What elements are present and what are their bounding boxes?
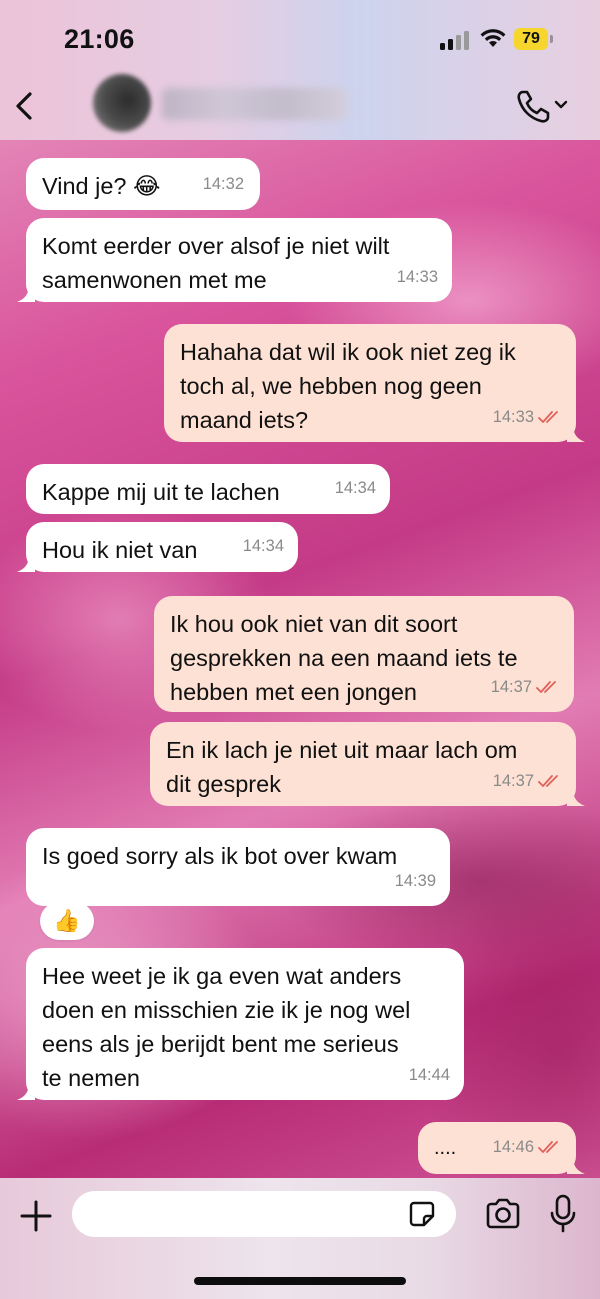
message-incoming[interactable]: Vind je? 😂 14:32 [26,158,260,210]
message-time: 14:33 [396,268,438,286]
message-incoming[interactable]: Komt eerder over alsof je niet wilt same… [17,218,452,302]
cellular-signal-icon [440,30,470,50]
message-outgoing[interactable]: En ik lach je niet uit maar lach om dit … [150,722,585,806]
plus-icon[interactable] [18,1198,54,1234]
camera-icon[interactable] [484,1198,522,1230]
double-check-icon [538,1141,558,1153]
double-check-icon [538,411,558,423]
message-outgoing[interactable]: Hahaha dat wil ik ook niet zeg ik toch a… [164,324,585,442]
battery-tip [550,35,553,43]
message-input[interactable] [72,1191,456,1237]
reaction-badge[interactable]: 👍 [40,902,94,940]
wifi-icon [480,29,506,47]
message-time: 14:32 [202,175,244,193]
bubble-tail [17,1086,35,1100]
message-outgoing[interactable]: Ik hou ook niet van dit soort gesprekken… [154,596,574,712]
message-incoming[interactable]: Hee weet je ik ga even wat anders doen e… [17,948,464,1100]
message-time: 14:33 [493,400,562,434]
message-text: Komt eerder over alsof je niet wilt same… [42,233,390,293]
top-bar: 21:06 79 [0,0,600,140]
message-text: Is goed sorry als ik bot over kwam [42,843,398,869]
phone-icon[interactable] [514,86,574,126]
battery-indicator: 79 [514,28,548,50]
bubble-tail [567,428,585,442]
composer-bar [0,1178,600,1299]
bubble-tail [567,1160,585,1174]
message-time: 14:37 [491,670,560,704]
message-incoming[interactable]: Kappe mij uit te lachen 14:34 [26,464,390,514]
message-time: 14:34 [334,479,376,497]
bubble-tail [17,288,35,302]
microphone-icon[interactable] [550,1194,576,1234]
message-time: 14:34 [242,537,284,555]
message-time: 14:46 [493,1130,562,1164]
message-text: Kappe mij uit te lachen [42,479,280,505]
double-check-icon [536,681,556,693]
status-time: 21:06 [64,24,135,54]
message-incoming[interactable]: Is goed sorry als ik bot over kwam 14:39 [26,828,450,906]
message-time: 14:44 [408,1066,450,1084]
message-outgoing[interactable]: .... 14:46 [418,1122,585,1174]
double-check-icon [538,775,558,787]
home-indicator[interactable] [194,1277,406,1285]
message-text: Hee weet je ik ga even wat anders doen e… [42,963,411,1091]
message-time: 14:39 [394,872,436,890]
chevron-left-icon[interactable] [10,86,40,126]
sticker-icon[interactable] [408,1200,436,1228]
chevron-down-icon [554,100,568,109]
bubble-tail [17,558,35,572]
avatar[interactable] [93,74,151,132]
contact-name[interactable] [162,88,346,120]
message-time: 14:37 [493,764,562,798]
bubble-tail [567,792,585,806]
message-incoming[interactable]: Hou ik niet van 14:34 [17,522,298,572]
